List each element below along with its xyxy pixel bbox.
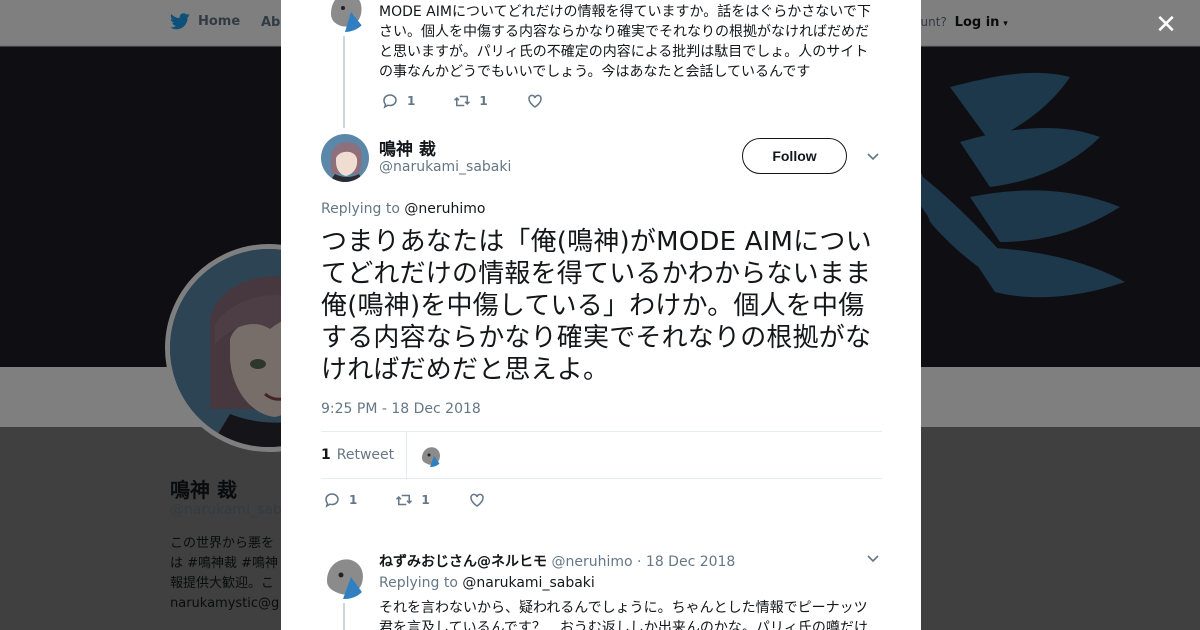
heart-icon: [527, 94, 542, 108]
thread-connector-line: [343, 603, 345, 630]
stats-bottom-divider: [321, 478, 882, 479]
chevron-down-icon[interactable]: [866, 150, 880, 164]
stats-separator: [406, 432, 408, 478]
tweet-stats: 1 Retweet: [321, 432, 444, 478]
thread-connector-line: [343, 36, 345, 128]
mouse-avatar-icon: [321, 551, 369, 599]
reply-tweet-avatar[interactable]: [321, 551, 369, 599]
retweet-action[interactable]: 1: [395, 491, 430, 509]
reply-action[interactable]: 1: [323, 491, 357, 509]
reply-icon: [325, 493, 339, 508]
replying-mention-link[interactable]: @neruhimo: [404, 201, 485, 217]
tweet-permalink-modal: MODE AIMについてどれだけの情報を得ていますか。話をはぐらかさないで下さい…: [281, 0, 921, 630]
retweet-count: 1: [421, 493, 430, 507]
mouse-avatar-icon: [321, 0, 369, 32]
close-icon[interactable]: ✕: [1153, 12, 1179, 38]
replying-prefix: Replying to: [379, 575, 458, 591]
main-tweet-text: つまりあなたは「俺(鳴神)がMODE AIMについてどれだけの情報を得ているかわ…: [321, 227, 872, 385]
retweet-count: 1: [479, 94, 488, 108]
chevron-down-icon[interactable]: [866, 552, 880, 566]
retweeter-avatar[interactable]: [419, 443, 444, 467]
retweet-icon: [454, 95, 471, 107]
retweet-stat-count[interactable]: 1: [321, 447, 331, 463]
retweet-icon: [396, 494, 413, 506]
reply-tweet-header: ねずみおじさん@ネルヒモ @neruhimo · 18 Dec 2018: [379, 551, 735, 571]
reply-date[interactable]: 18 Dec 2018: [646, 554, 735, 570]
reply-tweet-replying-to: Replying to @narukami_sabaki: [379, 575, 595, 591]
retweet-action[interactable]: 1: [453, 92, 488, 110]
reply-author-handle[interactable]: @neruhimo: [551, 554, 632, 570]
mouse-avatar-icon: [419, 443, 444, 467]
reply-count: 1: [407, 94, 416, 108]
previous-tweet-text: MODE AIMについてどれだけの情報を得ていますか。話をはぐらかさないで下さい…: [379, 4, 871, 80]
main-tweet-timestamp[interactable]: 9:25 PM - 18 Dec 2018: [321, 401, 481, 417]
main-tweet-actions: 1 1: [323, 491, 524, 509]
follow-button[interactable]: Follow: [742, 138, 847, 174]
reply-tweet-text: それを言わないから、疑われるんでしょうに。ちゃんとした情報でピーナッツ君を言及し…: [379, 600, 868, 630]
like-action[interactable]: [468, 491, 486, 509]
replying-mention-link[interactable]: @narukami_sabaki: [462, 575, 594, 591]
reply-action[interactable]: 1: [381, 92, 415, 110]
main-tweet-author-name[interactable]: 鳴神 裁: [379, 135, 436, 160]
author-avatar-illustration: [321, 134, 369, 182]
main-tweet-replying-to: Replying to @neruhimo: [321, 201, 485, 217]
like-action[interactable]: [526, 92, 544, 110]
previous-tweet-actions: 1 1: [381, 92, 582, 110]
reply-author-name[interactable]: ねずみおじさん@ネルヒモ: [379, 554, 547, 570]
main-tweet-author-handle[interactable]: @narukami_sabaki: [379, 159, 511, 175]
previous-tweet-avatar[interactable]: [321, 0, 369, 32]
retweet-stat-label[interactable]: Retweet: [337, 447, 394, 463]
heart-icon: [469, 493, 484, 507]
header-dot-separator: ·: [637, 554, 642, 570]
reply-count: 1: [349, 493, 358, 507]
main-tweet-avatar[interactable]: [321, 134, 369, 182]
reply-icon: [383, 94, 397, 109]
replying-prefix: Replying to: [321, 201, 400, 217]
